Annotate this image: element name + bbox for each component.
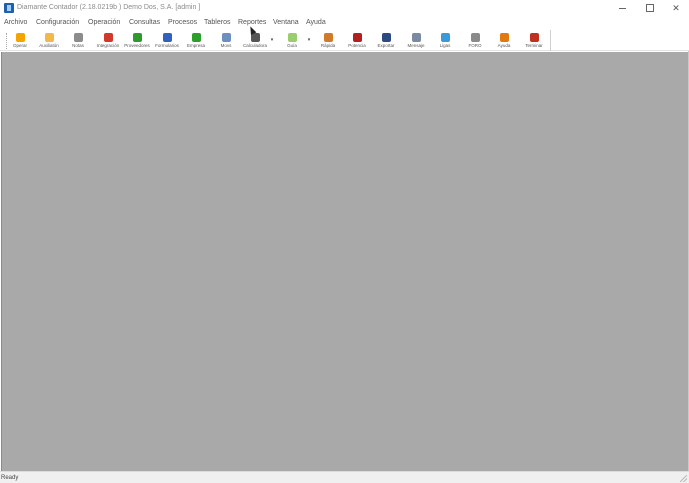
toolbar: Operar Auxiliatón Notas Integración Prov…	[0, 29, 689, 51]
forms-icon	[162, 33, 172, 42]
toolbar-button-calculadora[interactable]: Calculadora	[241, 30, 269, 51]
refresh-icon	[191, 33, 201, 42]
menu-ventana[interactable]: Ventana	[273, 17, 299, 28]
export-icon	[381, 33, 391, 42]
close-icon: ✕	[672, 3, 680, 13]
notes-icon	[73, 33, 83, 42]
help-icon	[499, 33, 509, 42]
menu-configuracion[interactable]: Configuración	[36, 17, 79, 28]
title-bar[interactable]: Diamante Contador (2.18.0219b ) Demo Dos…	[0, 0, 689, 16]
exit-icon	[529, 33, 539, 42]
rocket-icon	[323, 33, 333, 42]
integration-icon	[103, 33, 113, 42]
menu-procesos[interactable]: Procesos	[168, 17, 197, 28]
menu-operacion[interactable]: Operación	[88, 17, 120, 28]
menu-bar: Archivo Configuración Operación Consulta…	[0, 16, 689, 29]
crop-icon	[221, 33, 231, 42]
message-icon	[411, 33, 421, 42]
menu-consultas[interactable]: Consultas	[129, 17, 160, 28]
links-icon	[440, 33, 450, 42]
minimize-button[interactable]	[609, 0, 635, 16]
toolbar-button-terminar[interactable]: Terminar	[520, 30, 548, 51]
lightning-icon	[15, 33, 25, 42]
menu-ayuda[interactable]: Ayuda	[306, 17, 326, 28]
toolbar-button-guia[interactable]: Guía	[278, 30, 306, 51]
magnet-icon	[352, 33, 362, 42]
status-text: Ready	[1, 475, 19, 481]
app-icon[interactable]	[4, 3, 14, 13]
chat-icon	[287, 33, 297, 42]
main-window: Diamante Contador (2.18.0219b ) Demo Dos…	[0, 0, 689, 483]
toolbar-band: Operar Auxiliatón Notas Integración Prov…	[5, 30, 551, 51]
menu-archivo[interactable]: Archivo	[4, 17, 27, 28]
menu-tableros[interactable]: Tableros	[204, 17, 230, 28]
forum-icon	[470, 33, 480, 42]
maximize-button[interactable]	[636, 0, 662, 16]
close-button[interactable]: ✕	[663, 0, 689, 16]
status-bar: Ready	[0, 471, 689, 483]
toolbar-label: Terminar	[525, 43, 543, 48]
window-title: Diamante Contador (2.18.0219b ) Demo Dos…	[17, 4, 201, 11]
folder-icon	[44, 33, 54, 42]
resize-grip[interactable]	[680, 475, 687, 482]
mdi-workspace[interactable]	[1, 52, 688, 471]
providers-icon	[132, 33, 142, 42]
